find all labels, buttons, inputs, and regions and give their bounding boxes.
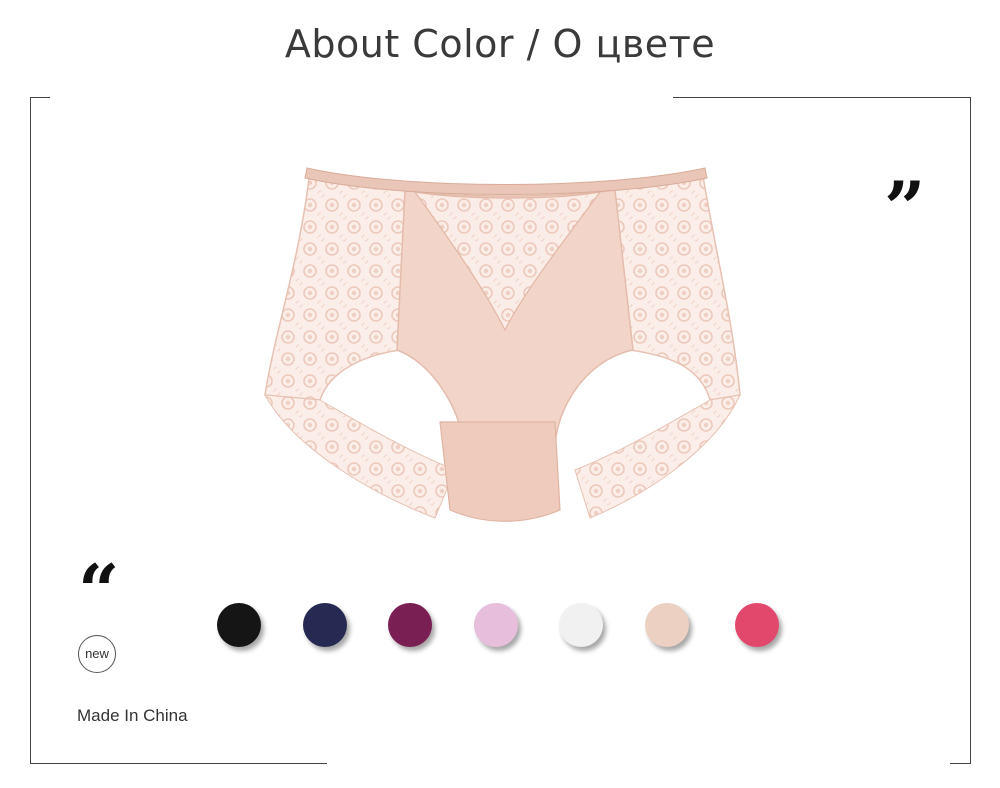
swatch-navy[interactable] <box>303 603 347 647</box>
product-image <box>264 167 741 522</box>
new-badge: new <box>78 635 116 673</box>
frame-line-bottom-left <box>30 763 327 764</box>
frame-line-top-right <box>673 97 971 98</box>
page-title: About Color / О цвете <box>284 22 716 66</box>
origin-label: Made In China <box>77 706 188 725</box>
swatch-nude[interactable] <box>645 603 689 647</box>
frame-line-top-left <box>30 97 50 98</box>
close-quote-mark: ” <box>884 165 926 250</box>
open-quote-mark: “ <box>78 548 120 633</box>
swatch-lilac[interactable] <box>474 603 518 647</box>
swatch-white[interactable] <box>559 603 603 647</box>
frame-line-left <box>30 97 31 764</box>
swatch-rose[interactable] <box>735 603 779 647</box>
swatch-black[interactable] <box>217 603 261 647</box>
swatch-wine[interactable] <box>388 603 432 647</box>
frame-line-bottom-right <box>950 763 971 764</box>
frame-line-right <box>970 97 971 764</box>
